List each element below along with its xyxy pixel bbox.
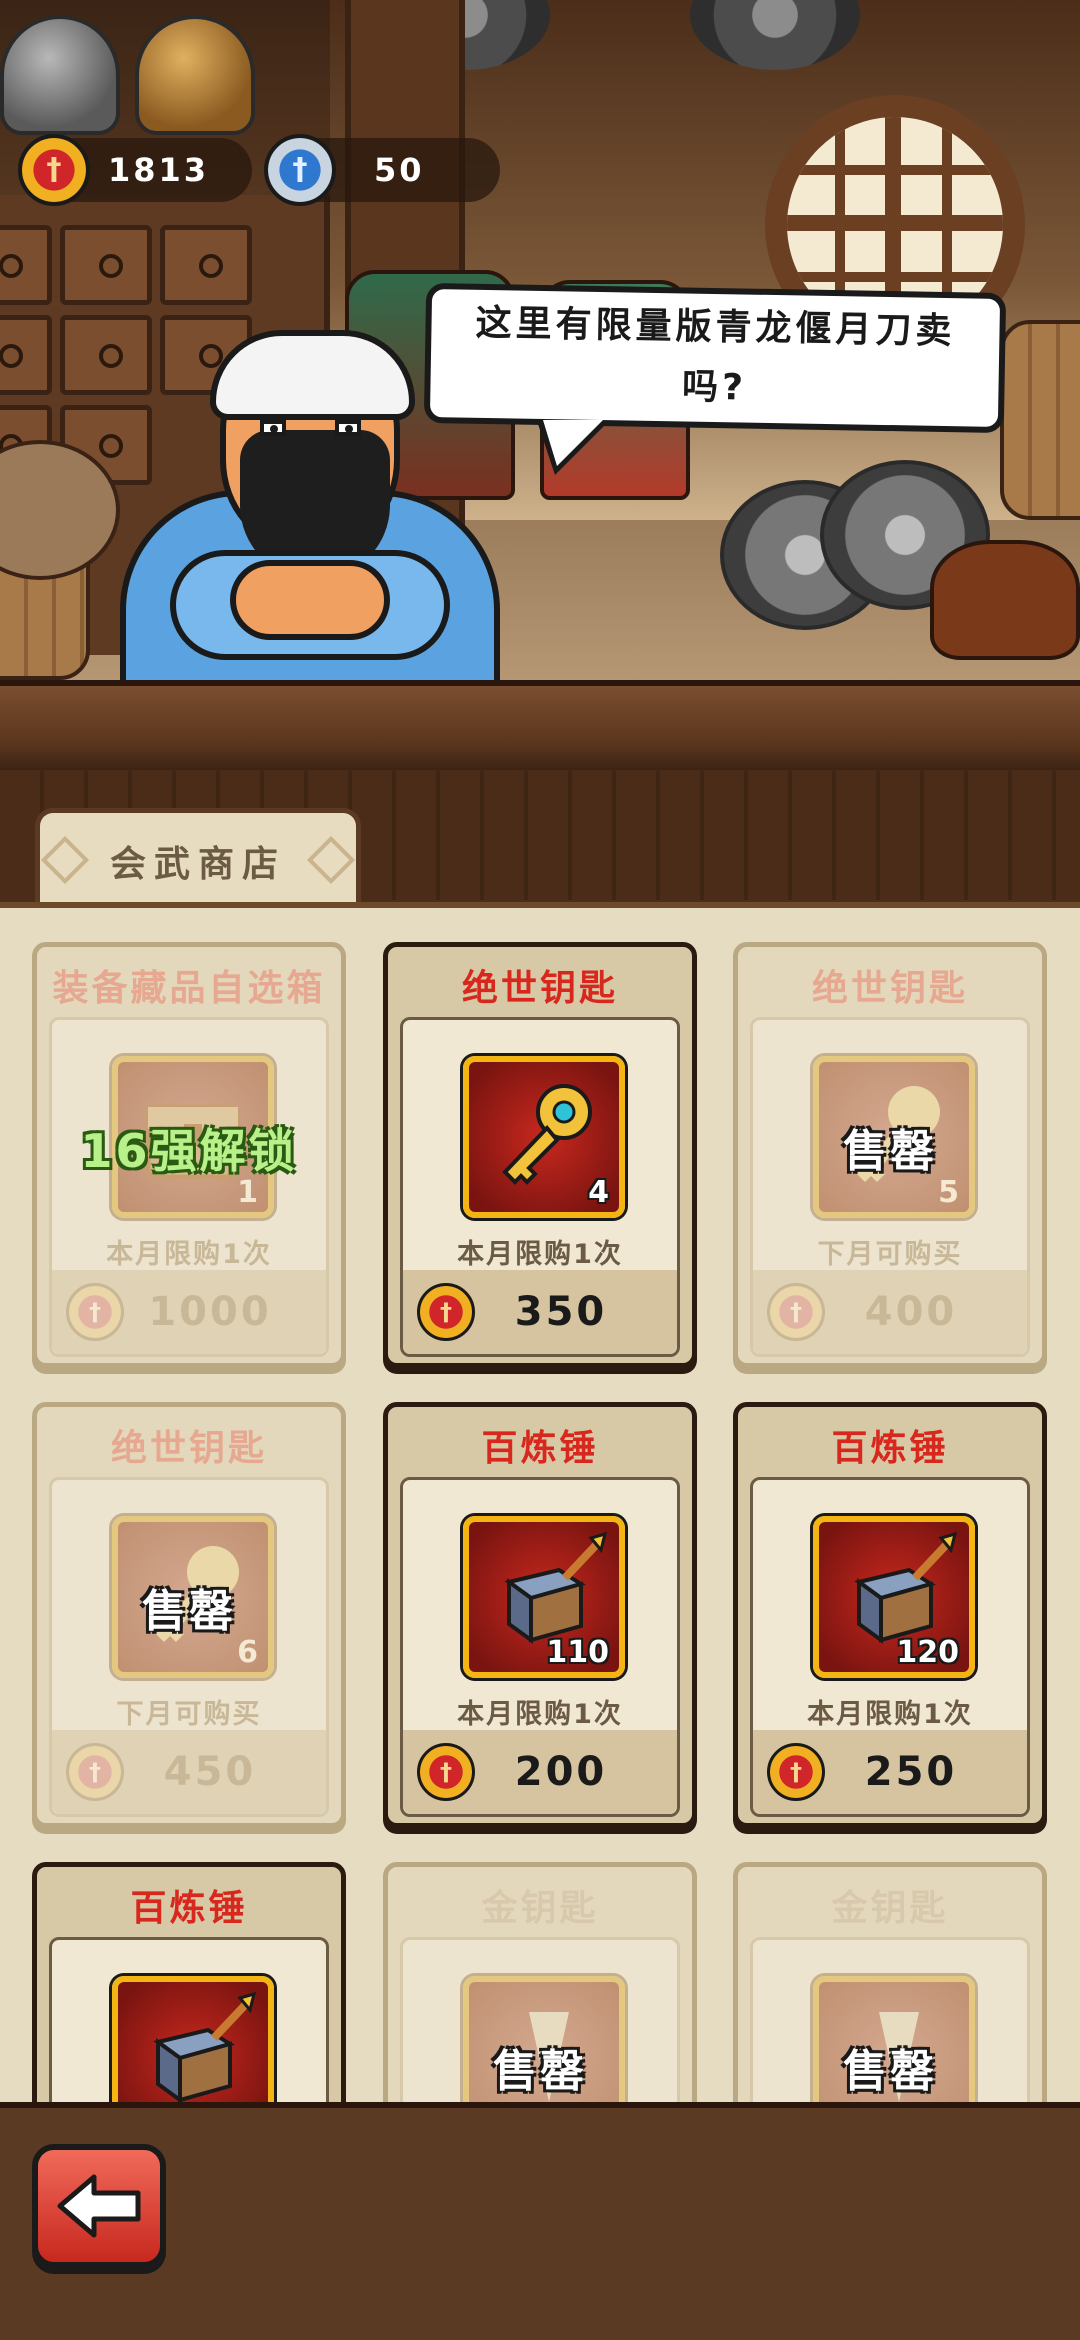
barrel: [1000, 320, 1080, 520]
speech-bubble: 这里有限量版青龙偃月刀卖吗?: [423, 282, 1007, 434]
arrow-left-icon: [57, 2174, 141, 2238]
item-title: 百炼锤: [130, 1888, 248, 1929]
shop-item-card[interactable]: 绝世钥匙 5 售罄 下月可购买 † 400: [733, 942, 1047, 1368]
red-sword-coin-icon: †: [767, 1283, 825, 1341]
item-quantity: 6: [237, 1635, 258, 1670]
item-price: 1000: [148, 1289, 272, 1335]
hammer-icon: [112, 1976, 274, 2102]
shop-item-card[interactable]: 百炼锤 120 本月限购1次 † 250: [733, 1402, 1047, 1828]
item-price: 200: [514, 1749, 608, 1795]
item-price: 350: [514, 1289, 608, 1335]
purchase-limit: 本月限购1次: [457, 1699, 623, 1730]
red-sword-coin-icon: †: [66, 1743, 124, 1801]
tab-tournament-shop[interactable]: 会武商店: [35, 808, 361, 908]
purchase-limit: 本月限购1次: [807, 1699, 973, 1730]
tab-label: 会武商店: [109, 843, 286, 885]
item-price: 450: [163, 1749, 257, 1795]
shop-item-card[interactable]: 绝世钥匙 6 售罄 下月可购买 † 450: [32, 1402, 346, 1828]
item-price: 400: [864, 1289, 958, 1335]
sold-out-label: 售罄: [843, 2046, 937, 2097]
price-bar: † 400: [753, 1270, 1027, 1354]
golden-key-icon: 4: [463, 1056, 625, 1218]
red-sword-coin-icon: †: [417, 1743, 475, 1801]
clay-pot: [930, 540, 1080, 660]
red-currency-amount: 1813: [108, 151, 210, 189]
sold-out-label: 售罄: [493, 2046, 587, 2097]
sold-out-label: 售罄: [142, 1586, 236, 1637]
item-quantity: 110: [546, 1635, 609, 1670]
helmet-icon: [0, 15, 120, 135]
item-title: 装备藏品自选箱: [52, 968, 326, 1009]
price-bar: † 200: [403, 1730, 677, 1814]
item-title: 金钥匙: [831, 1888, 949, 1929]
item-title: 金钥匙: [481, 1888, 599, 1929]
item-title: 绝世钥匙: [110, 1428, 267, 1469]
red-sword-coin-icon: †: [66, 1283, 124, 1341]
red-sword-coin-icon: †: [417, 1283, 475, 1341]
back-button[interactable]: [32, 2144, 166, 2268]
red-currency-counter: † 1813: [18, 134, 252, 206]
shop-item-card[interactable]: 金钥匙 售罄: [733, 1862, 1047, 2102]
blue-currency-counter: † 50: [264, 134, 500, 206]
item-grid: 装备藏品自选箱 1 16强解锁 本月限购1次 † 1000 绝世钥匙 4 本月限…: [0, 902, 1080, 2102]
hammer-icon: 110: [463, 1516, 625, 1678]
item-quantity: 120: [896, 1635, 959, 1670]
item-price: 250: [864, 1749, 958, 1795]
hammer-icon: 120: [813, 1516, 975, 1678]
shop-item-card[interactable]: 百炼锤: [32, 1862, 346, 2102]
sold-out-label: 售罄: [843, 1126, 937, 1177]
red-sword-coin-icon: †: [18, 134, 90, 206]
shop-item-card[interactable]: 绝世钥匙 4 本月限购1次 † 350: [383, 942, 697, 1368]
speech-bubble-tail-inner: [543, 420, 603, 466]
blue-sword-coin-icon: †: [264, 134, 336, 206]
helmet-icon: [135, 15, 255, 135]
red-sword-coin-icon: †: [767, 1743, 825, 1801]
item-title: 百炼锤: [831, 1428, 949, 1469]
price-bar: † 250: [753, 1730, 1027, 1814]
purchase-limit: 下月可购买: [116, 1699, 262, 1730]
blue-currency-amount: 50: [374, 151, 425, 189]
item-title: 百炼锤: [481, 1428, 599, 1469]
price-bar: † 450: [52, 1730, 326, 1814]
purchase-limit: 本月限购1次: [106, 1239, 272, 1270]
purchase-limit: 本月限购1次: [457, 1239, 623, 1270]
shop-item-card[interactable]: 金钥匙 售罄: [383, 1862, 697, 2102]
shop-item-card[interactable]: 百炼锤 110 本月限购1次 † 200: [383, 1402, 697, 1828]
shop-counter: [0, 680, 1080, 770]
diamond-ornament-icon: [40, 835, 90, 885]
item-quantity: 4: [588, 1175, 609, 1210]
purchase-limit: 下月可购买: [817, 1239, 963, 1270]
diamond-ornament-icon: [306, 835, 356, 885]
item-title: 绝世钥匙: [811, 968, 968, 1009]
item-quantity: 5: [938, 1175, 959, 1210]
shop-item-card[interactable]: 装备藏品自选箱 1 16强解锁 本月限购1次 † 1000: [32, 942, 346, 1368]
price-bar: † 1000: [52, 1270, 326, 1354]
unlock-requirement-label: 16强解锁: [80, 1124, 298, 1178]
item-title: 绝世钥匙: [461, 968, 618, 1009]
price-bar: † 350: [403, 1270, 677, 1354]
dialogue-text: 这里有限量版青龙偃月刀卖吗?: [475, 302, 956, 409]
